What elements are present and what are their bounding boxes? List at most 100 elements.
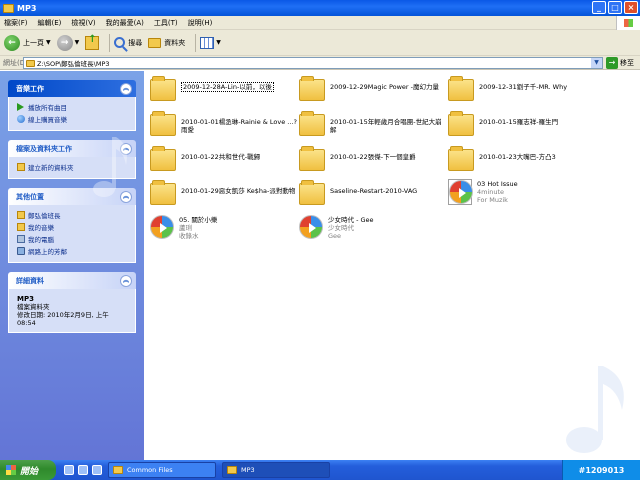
file-name: 2010-01-29惡女凱莎 Ke$ha-派對動物 [181,187,296,195]
buy-music-online-link[interactable]: 線上購買音樂 [17,113,129,125]
chevron-down-icon[interactable]: ▼ [591,58,602,68]
go-button[interactable]: → 移至 [606,57,634,69]
windows-logo-icon [6,465,16,475]
folder-icon [448,76,474,101]
folder-icon [299,111,325,136]
start-button[interactable]: 開始 [0,460,56,480]
file-name: 2010-01-15羅志祥-羅生門 [479,118,559,126]
menu-tools[interactable]: 工具(T) [154,18,178,28]
new-folder-icon [17,163,25,171]
go-label: 移至 [620,59,634,67]
new-folder-label: 建立新的資料夾 [28,164,74,172]
desktop-icon[interactable] [78,465,88,475]
menu-favorites[interactable]: 我的最愛(A) [106,18,144,28]
folder-item[interactable]: 2009-12-31劉子千-MR. Why [448,76,596,101]
title-bar: MP3 _ □ × [0,0,640,16]
audio-file-item[interactable]: 05. 關於小樂 蘆琍 收錄水 [150,213,298,240]
folder-item[interactable]: 2010-01-23大嘴巴-方凸3 [448,146,596,171]
my-computer-link[interactable]: 我的電腦 [17,233,129,245]
taskbar-item-label: MP3 [241,466,255,474]
file-info: 05. 關於小樂 蘆琍 收錄水 [179,216,217,240]
start-label: 開始 [20,466,39,477]
details-header[interactable]: 詳細資料 ︽ [8,272,136,289]
music-note-watermark-icon [93,137,127,197]
file-name: 2010-01-01楊丞琳-Rainie & Love ...? 雨愛 [181,118,297,134]
details-title: 詳細資料 [16,276,44,285]
details-modified: 修改日期: 2010年2月9日, 上午 08:54 [17,311,109,327]
chevron-down-icon[interactable]: ▼ [46,39,51,46]
chevron-down-icon[interactable]: ▼ [216,39,221,46]
file-album: For Muzik [477,196,508,204]
media-player-icon [150,215,174,239]
file-artist: 蘆琍 [179,224,192,232]
folder-icon [299,76,325,101]
folder-icon [17,211,25,219]
folder-item[interactable]: 2010-01-15年輕歲月合唱團-世紀大崩解 [299,111,447,136]
folder-icon [150,76,176,101]
details-body: MP3 檔案資料夾 修改日期: 2010年2月9日, 上午 08:54 [8,289,136,333]
music-tasks-panel: 音樂工作 ︽ 播放所有曲目 線上購買音樂 [8,80,136,131]
toolbar-divider [109,33,111,52]
details-panel: 詳細資料 ︽ MP3 檔案資料夾 修改日期: 2010年2月9日, 上午 08:… [8,272,136,333]
chevron-down-icon[interactable]: ▼ [75,39,80,46]
minimize-button[interactable]: _ [592,1,606,14]
play-all-link[interactable]: 播放所有曲目 [17,101,129,113]
place-label: 鄭弘倫班長 [28,212,61,220]
address-input[interactable]: Z:\SOP\鄭弘倫班長\MP3 ▼ [23,57,603,69]
folder-item[interactable]: Saseline-Restart-2010-VAG [299,180,447,205]
go-arrow-icon: → [606,57,618,69]
file-name: 2009-12-29Magic Power -魔幻力量 [330,83,440,91]
audio-file-item[interactable]: 少女時代 - Gee 少女時代 Gee [299,213,447,240]
audio-file-item[interactable]: 03 Hot Issue 4minute For Muzik [448,177,596,205]
menu-bar: 檔案(F) 編輯(E) 檢視(V) 我的最愛(A) 工具(T) 說明(H) [0,16,640,30]
music-tasks-header[interactable]: 音樂工作 ︽ [8,80,136,97]
views-button[interactable]: ▼ [200,33,221,53]
media-icon[interactable] [92,465,102,475]
music-folder-icon [17,223,25,231]
address-bar: 網址(D) Z:\SOP\鄭弘倫班長\MP3 ▼ → 移至 [0,56,640,70]
tray-text: #1209013 [578,465,625,475]
file-tasks-title: 檔案及資料夾工作 [16,144,72,153]
collapse-icon[interactable]: ︽ [120,274,132,287]
file-name: 05. 關於小樂 [179,216,218,224]
menu-file[interactable]: 檔案(F) [4,18,28,28]
my-computer-label: 我的電腦 [28,236,54,244]
file-name: 03 Hot Issue [477,180,518,188]
my-music-link[interactable]: 我的音樂 [17,221,129,233]
buy-music-label: 線上購買音樂 [28,116,67,124]
close-button[interactable]: × [624,1,638,14]
menu-help[interactable]: 說明(H) [188,18,213,28]
collapse-icon[interactable]: ︽ [120,82,132,95]
browser-icon[interactable] [64,465,74,475]
file-name: 2009-12-31劉子千-MR. Why [479,83,568,91]
network-places-link[interactable]: 網路上的芳鄰 [17,245,129,257]
maximize-button[interactable]: □ [608,1,622,14]
folder-item[interactable]: 2009-12-29Magic Power -魔幻力量 [299,76,447,101]
file-name: 2010-01-15年輕歲月合唱團-世紀大崩解 [330,118,442,134]
folder-item[interactable]: 2010-01-15羅志祥-羅生門 [448,111,596,136]
file-list: 2009-12-28A-Lin-以前，以後 2009-12-29Magic Po… [144,71,640,460]
play-icon [17,103,24,111]
forward-button[interactable]: → ▼ [56,33,80,53]
folder-item[interactable]: 2010-01-22共和世代-戰歸 [150,146,298,171]
up-folder-button[interactable] [85,33,100,53]
folder-item[interactable]: 2009-12-28A-Lin-以前，以後 [150,76,298,101]
media-player-icon [449,180,473,204]
system-tray: #1209013 [562,460,640,480]
folder-item[interactable]: 2010-01-29惡女凱莎 Ke$ha-派對動物 [150,180,298,205]
taskbar-item[interactable]: Common Files [108,462,216,478]
place-link[interactable]: 鄭弘倫班長 [17,209,129,221]
file-name: 2010-01-22共和世代-戰歸 [181,153,261,161]
menu-view[interactable]: 檢視(V) [71,18,95,28]
folder-item[interactable]: 2010-01-01楊丞琳-Rainie & Love ...? 雨愛 [150,111,298,136]
folder-item[interactable]: 2010-01-22張傑-下一個皇爵 [299,146,447,171]
folders-button[interactable]: 資料夾 [148,33,185,53]
search-button[interactable]: 搜尋 [114,33,142,53]
media-player-icon [299,215,323,239]
menu-edit[interactable]: 編輯(E) [38,18,62,28]
back-button[interactable]: ← 上一頁 ▼ [4,33,51,53]
folder-icon [150,146,176,171]
file-artist: 少女時代 [328,224,354,232]
taskbar-item-active[interactable]: MP3 [222,462,330,478]
details-type: 檔案資料夾 [17,303,50,311]
